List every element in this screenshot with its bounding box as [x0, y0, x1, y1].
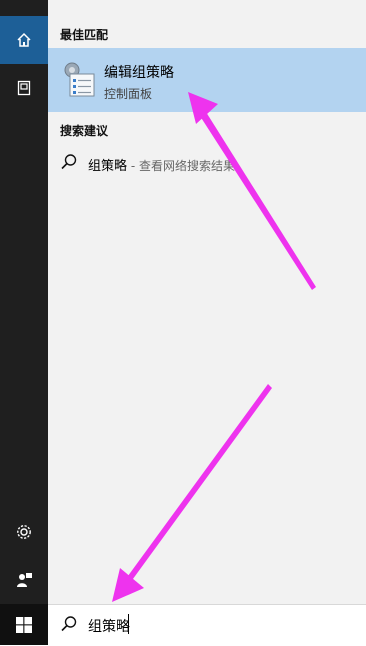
home-button[interactable] [0, 16, 48, 64]
best-match-heading: 最佳匹配 [60, 28, 109, 42]
search-box-icon [60, 615, 78, 633]
gear-icon [17, 525, 31, 539]
start-button[interactable] [0, 604, 48, 645]
search-icon [60, 153, 78, 171]
text-caret [128, 614, 129, 634]
suggestion-query: 组策略 [88, 159, 128, 174]
notebook-button[interactable] [0, 64, 48, 112]
best-match-subtitle: 控制面板 [104, 87, 153, 101]
windows-start-icon [16, 616, 32, 633]
suggestion-hint: - 查看网络搜索结果 [127, 159, 235, 173]
feedback-button[interactable] [0, 556, 48, 604]
suggestions-heading: 搜索建议 [60, 124, 109, 138]
feedback-icon [17, 573, 32, 587]
group-policy-icon [62, 60, 96, 98]
search-input[interactable]: 组策略 [88, 616, 130, 636]
settings-button[interactable] [0, 508, 48, 556]
notebook-icon [17, 80, 31, 96]
best-match-title: 编辑组策略 [104, 65, 174, 81]
home-icon [17, 32, 31, 47]
web-suggestion-text: 组策略 - 查看网络搜索结果 [88, 155, 235, 174]
